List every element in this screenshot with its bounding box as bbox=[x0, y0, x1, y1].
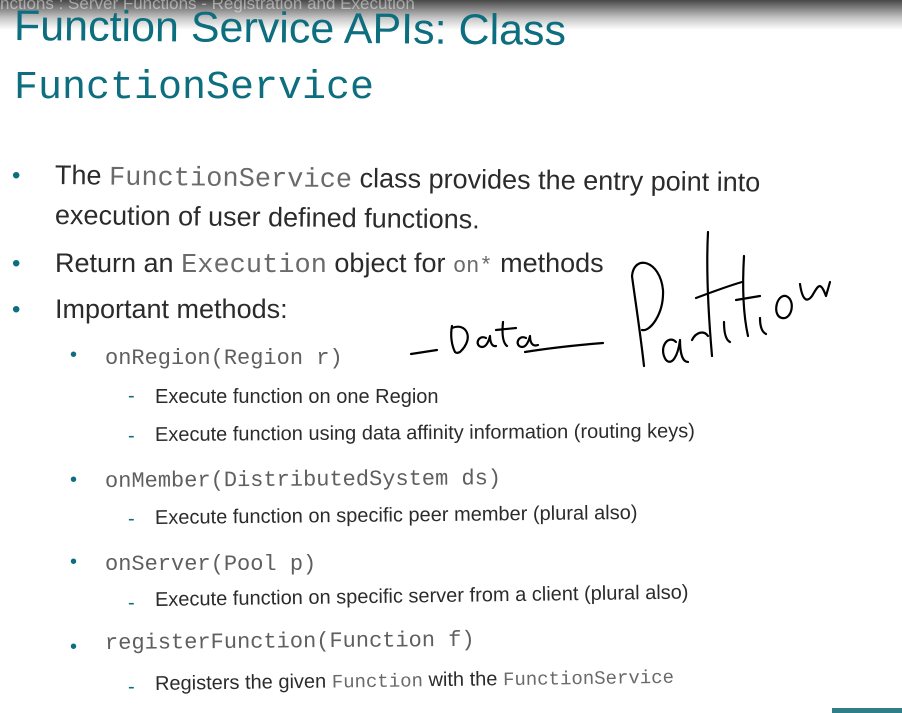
footer-accent-line bbox=[832, 708, 902, 713]
ink-letter-D bbox=[450, 324, 469, 354]
ink-letter-a3 bbox=[661, 338, 690, 364]
ink-letter-i2 bbox=[758, 316, 768, 336]
ink-letter-i bbox=[722, 320, 732, 344]
ink-letter-t2 bbox=[734, 254, 762, 338]
ink-letter-r bbox=[690, 331, 710, 342]
ink-letter-a2 bbox=[516, 334, 540, 349]
ink-letter-t-big bbox=[694, 230, 744, 358]
handwriting-annotation bbox=[409, 230, 832, 368]
ink-letter-o bbox=[775, 294, 793, 320]
ink-letter-a bbox=[476, 334, 498, 349]
ink-letter-t bbox=[494, 320, 518, 348]
ink-letter-n bbox=[798, 280, 832, 301]
ink-dash-stroke bbox=[409, 348, 439, 356]
ink-letter-P bbox=[630, 261, 665, 368]
